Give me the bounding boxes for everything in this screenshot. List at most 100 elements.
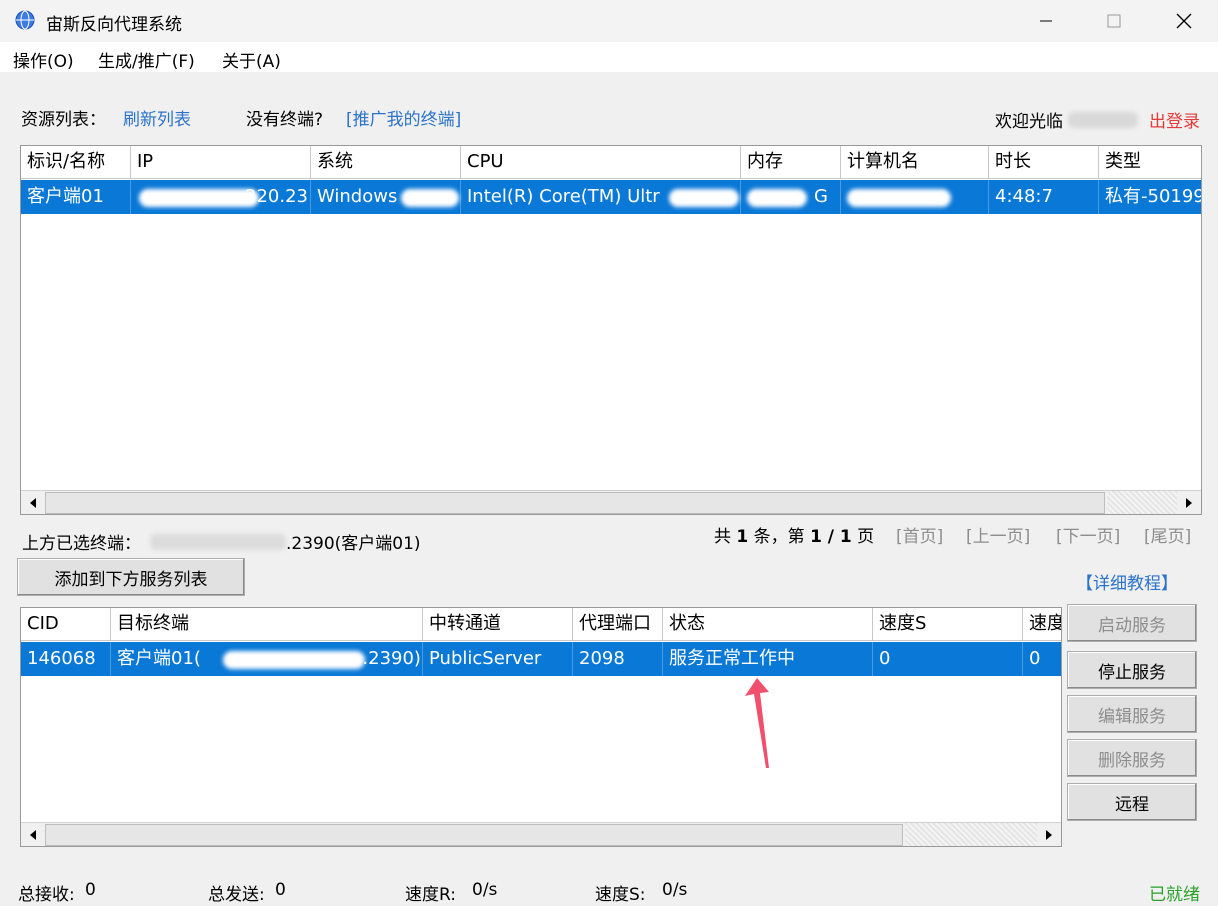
minimize-icon (1040, 20, 1052, 22)
delete-service-button[interactable]: 删除服务 (1067, 739, 1197, 777)
scroll-left-button[interactable] (21, 491, 45, 514)
service-table-scrollbar[interactable] (21, 822, 1061, 846)
column-header[interactable]: 系统 (311, 146, 461, 179)
pager-total-mid: 条，第 (753, 527, 805, 547)
redacted-os (401, 189, 459, 207)
pager-page: 1 / 1 (810, 527, 852, 547)
arrow-right-icon (1046, 830, 1052, 840)
cell-proxy-port: 2098 (573, 642, 663, 676)
scroll-thumb[interactable] (45, 492, 1105, 514)
column-header[interactable]: 时长 (989, 146, 1099, 179)
stop-service-button[interactable]: 停止服务 (1067, 651, 1197, 689)
cell-duration: 4:48:7 (989, 180, 1099, 214)
cell-target-suffix: .2390) (362, 648, 421, 669)
column-header[interactable]: 速度 (1023, 608, 1061, 641)
pager-page-suffix: 页 (857, 527, 875, 547)
ready-status: 已就绪 (1149, 885, 1200, 905)
pager-total-count: 1 (736, 527, 749, 547)
cell-channel: PublicServer (423, 642, 573, 676)
menu-about[interactable]: 关于(A) (222, 47, 281, 72)
redacted-cpu (669, 189, 739, 207)
total-received-value: 0 (85, 880, 96, 900)
total-sent-value: 0 (275, 880, 286, 900)
cell-speed-r: 0 (1029, 648, 1041, 669)
redacted-memory (747, 189, 807, 207)
table-row[interactable]: 146068 客户端01( .2390) PublicServer 2098 服… (21, 642, 1061, 676)
redacted-ip (139, 189, 259, 207)
total-sent-label: 总发送: (208, 885, 265, 905)
edit-service-button[interactable]: 编辑服务 (1067, 695, 1197, 733)
no-terminal-label: 没有终端? (246, 110, 324, 130)
maximize-button[interactable] (1078, 0, 1150, 42)
arrow-right-icon (1186, 498, 1192, 508)
resource-list-label: 资源列表： (21, 110, 106, 130)
menu-generate[interactable]: 生成/推广(F) (98, 47, 195, 72)
service-table[interactable]: CID 目标终端 中转通道 代理端口 状态 速度S 速度 146068 客户端0… (20, 607, 1062, 847)
column-header[interactable]: 类型 (1099, 146, 1201, 179)
column-header[interactable]: 代理端口 (573, 608, 663, 641)
speed-s-label: 速度S: (595, 885, 646, 905)
scroll-left-button[interactable] (21, 823, 45, 846)
menu-operate[interactable]: 操作(O) (13, 47, 74, 72)
maximize-icon (1107, 14, 1121, 28)
terminal-table[interactable]: 标识/名称 IP 系统 CPU 内存 计算机名 时长 类型 客户端01 .220… (20, 145, 1202, 515)
speed-r-value: 0/s (472, 880, 498, 900)
arrow-left-icon (30, 830, 36, 840)
close-button[interactable] (1148, 0, 1218, 42)
window-title: 宙斯反向代理系统 (46, 15, 182, 35)
speed-r-label: 速度R: (405, 885, 457, 905)
redacted-target (223, 651, 365, 669)
pager-last[interactable]: [尾页] (1144, 522, 1191, 547)
close-icon (1176, 13, 1192, 29)
annotation-arrow-icon (745, 678, 769, 768)
arrow-left-icon (30, 498, 36, 508)
pager-total-prefix: 共 (714, 527, 731, 547)
refresh-list-link[interactable]: 刷新列表 (123, 105, 191, 130)
selected-terminal-value: .2390(客户端01) (286, 534, 421, 554)
pager-total: 共 1 条，第 1 / 1 页 (714, 522, 874, 547)
cell-speed-s: 0 (873, 642, 1023, 676)
scroll-track[interactable] (905, 823, 1037, 846)
redacted-computer-name (847, 189, 951, 207)
scroll-track[interactable] (1107, 491, 1177, 514)
cell-cid: 146068 (21, 642, 111, 676)
cell-status: 服务正常工作中 (663, 642, 873, 676)
speed-s-value: 0/s (662, 880, 688, 900)
column-header[interactable]: 内存 (741, 146, 841, 179)
add-to-service-list-button[interactable]: 添加到下方服务列表 (17, 558, 245, 596)
column-header[interactable]: 标识/名称 (21, 146, 131, 179)
globe-icon (15, 10, 35, 30)
cell-name: 客户端01 (21, 180, 131, 214)
minimize-button[interactable] (1010, 0, 1082, 42)
title-bar: 宙斯反向代理系统 (0, 0, 1218, 42)
promote-terminal-link[interactable]: [推广我的终端] (346, 105, 461, 130)
cell-target-prefix: 客户端01( (117, 648, 201, 669)
pager-first[interactable]: [首页] (896, 522, 943, 547)
column-header[interactable]: CID (21, 608, 111, 641)
menu-bar: 操作(O) 生成/推广(F) 关于(A) (0, 42, 1218, 72)
pager-prev[interactable]: [上一页] (966, 522, 1030, 547)
remote-button[interactable]: 远程 (1067, 783, 1197, 821)
pager-next[interactable]: [下一页] (1056, 522, 1120, 547)
welcome-text: 欢迎光临 (995, 112, 1063, 132)
total-received-label: 总接收: (18, 885, 75, 905)
column-header[interactable]: CPU (461, 146, 741, 179)
column-header[interactable]: 中转通道 (423, 608, 573, 641)
start-service-button[interactable]: 启动服务 (1067, 604, 1197, 642)
tutorial-link[interactable]: 【详细教程】 (1076, 569, 1178, 594)
redacted-selected-ip (150, 534, 286, 550)
scroll-right-button[interactable] (1037, 823, 1061, 846)
scroll-right-button[interactable] (1177, 491, 1201, 514)
scroll-thumb[interactable] (45, 824, 903, 846)
column-header[interactable]: 计算机名 (841, 146, 989, 179)
selected-terminal-label: 上方已选终端： (22, 534, 141, 554)
cell-type: 私有-50199 (1105, 186, 1202, 207)
column-header[interactable]: 目标终端 (111, 608, 423, 641)
table-row[interactable]: 客户端01 .220.23 Windows Intel(R) Core(TM) … (21, 180, 1202, 214)
terminal-table-scrollbar[interactable] (21, 490, 1201, 514)
column-header[interactable]: 状态 (663, 608, 873, 641)
redacted-username (1068, 112, 1138, 128)
column-header[interactable]: IP (131, 146, 311, 179)
column-header[interactable]: 速度S (873, 608, 1023, 641)
logout-link[interactable]: 出登录 (1149, 107, 1200, 132)
